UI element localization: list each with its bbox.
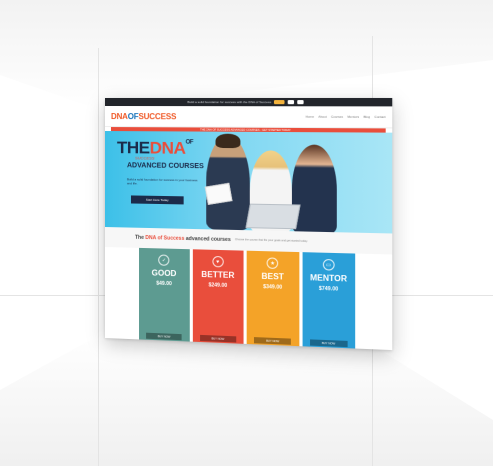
hero-photo-document: [204, 182, 233, 205]
background-line: [98, 48, 99, 466]
hero-banner: THEDNAOF SUCCESS ADVANCED COURSES Build …: [105, 131, 393, 234]
plan-card-best: ★ BEST $349.00 BUY NOW: [246, 250, 299, 351]
announcement-text: Build a solid foundation for success wit…: [187, 100, 272, 105]
intro-title-highlight: DNA of Success: [145, 234, 185, 242]
check-icon: ✓: [158, 254, 170, 266]
nav-links: Home About Courses Mentors Blog Contact: [306, 115, 386, 119]
nav-link[interactable]: Blog: [363, 115, 370, 119]
hero-subtitle: SUCCESS: [134, 155, 155, 161]
nav-link[interactable]: Mentors: [347, 115, 359, 119]
buy-now-button[interactable]: BUY NOW: [254, 337, 291, 345]
intro-title-prefix: The: [134, 234, 146, 242]
buy-now-button[interactable]: BUY NOW: [199, 334, 236, 343]
nav-link[interactable]: Home: [306, 115, 315, 119]
hero-title-of: OF: [185, 139, 194, 146]
pricing-plans: ✓ GOOD $49.00 BUY NOW ♥ BETTER $249.00 B…: [105, 247, 392, 351]
plan-card-better: ♥ BETTER $249.00 BUY NOW: [192, 249, 244, 349]
hero-title: THEDNAOF: [117, 138, 194, 158]
partner-logo: [297, 100, 305, 105]
badge: [274, 100, 285, 105]
site-logo[interactable]: DNAOFSUCCESS: [111, 112, 176, 121]
website-mockup: Build a solid foundation for success wit…: [105, 98, 393, 351]
plan-name: BETTER: [201, 269, 235, 281]
plan-price: $749.00: [318, 285, 339, 293]
partner-logo: [288, 100, 295, 105]
nav-link[interactable]: About: [318, 115, 326, 119]
nav-link[interactable]: Contact: [374, 115, 385, 119]
header-nav: DNAOFSUCCESS Home About Courses Mentors …: [105, 106, 393, 129]
background-wedge-top: [0, 0, 493, 110]
logo-success: SUCCESS: [138, 111, 177, 121]
plan-price: $49.00: [156, 280, 172, 288]
star-icon: ★: [266, 257, 279, 270]
plan-name: MENTOR: [310, 273, 348, 284]
logo-of: OF: [127, 111, 139, 121]
plan-card-mentor: ▭ MENTOR $749.00 BUY NOW: [302, 252, 356, 351]
heart-icon: ♥: [212, 255, 224, 268]
nav-link[interactable]: Courses: [331, 115, 343, 119]
intro-title-suffix: advanced courses: [184, 235, 231, 244]
plan-name: GOOD: [151, 268, 177, 279]
background-wedge-bottom: [0, 340, 493, 466]
hero-photo-hair: [215, 133, 241, 149]
plan-name: BEST: [261, 271, 284, 282]
intro-subtitle: Choose the course that fits your goals a…: [234, 238, 308, 244]
buy-now-button[interactable]: BUY NOW: [146, 332, 182, 341]
hero-title-dna: DNA: [149, 138, 186, 158]
plan-card-good: ✓ GOOD $49.00 BUY NOW: [139, 247, 190, 347]
hero-photo-laptop: [245, 203, 301, 230]
intro-title: The DNA of Success advanced courses: [135, 235, 231, 243]
plan-price: $249.00: [208, 282, 228, 290]
buy-now-button[interactable]: BUY NOW: [309, 339, 348, 348]
logo-dna: DNA: [110, 111, 128, 121]
hero-photo-woman-dark: [291, 144, 337, 234]
hero-headline: ADVANCED COURSES: [126, 162, 204, 171]
hero-cta-button[interactable]: Start Here Today: [130, 195, 184, 205]
plan-price: $349.00: [263, 284, 283, 291]
screen-icon: ▭: [322, 258, 335, 271]
hero-description: Build a solid foundation for success in …: [126, 177, 198, 186]
